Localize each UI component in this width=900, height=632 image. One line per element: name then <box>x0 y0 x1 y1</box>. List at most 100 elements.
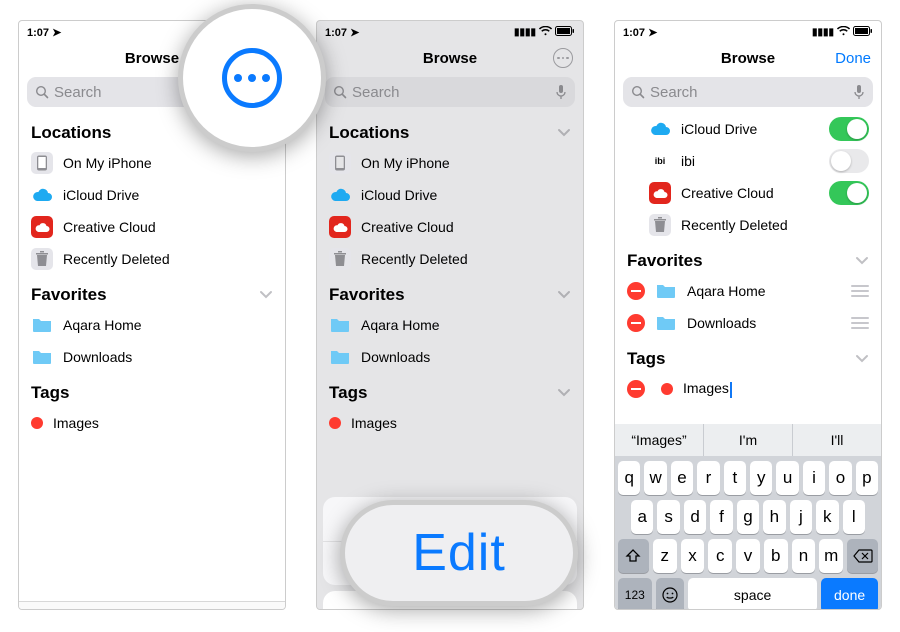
edit-tag-images[interactable]: Images <box>615 373 881 405</box>
tag-dot-icon <box>31 417 43 429</box>
key-q[interactable]: q <box>618 461 640 495</box>
toggle-icloud[interactable] <box>829 117 869 141</box>
battery-icon <box>555 26 575 39</box>
creative-cloud-icon <box>31 216 53 238</box>
row-label: iCloud Drive <box>63 187 273 203</box>
tags-header[interactable]: Tags <box>19 373 285 407</box>
edit-location-creative-cloud[interactable]: Creative Cloud <box>615 177 881 209</box>
done-button[interactable]: Done <box>835 50 871 67</box>
key-delete[interactable] <box>847 539 878 573</box>
tab-recents[interactable]: Recents <box>19 602 152 610</box>
suggestion[interactable]: I'm <box>703 424 792 456</box>
mic-icon[interactable] <box>853 84 865 100</box>
key-o[interactable]: o <box>829 461 851 495</box>
key-emoji[interactable] <box>656 578 684 610</box>
suggestion[interactable]: I'll <box>792 424 881 456</box>
tab-browse[interactable]: Browse <box>152 602 285 610</box>
key-g[interactable]: g <box>737 500 759 534</box>
key-s[interactable]: s <box>657 500 679 534</box>
tags-header[interactable]: Tags <box>615 339 881 373</box>
search-input[interactable]: Search <box>623 77 873 107</box>
key-x[interactable]: x <box>681 539 705 573</box>
key-y[interactable]: y <box>750 461 772 495</box>
key-z[interactable]: z <box>653 539 677 573</box>
favorites-header[interactable]: Favorites <box>615 241 881 275</box>
key-j[interactable]: j <box>790 500 812 534</box>
favorite-aqara[interactable]: Aqara Home <box>317 309 583 341</box>
wifi-icon <box>539 26 552 39</box>
location-on-my-iphone[interactable]: On My iPhone <box>19 147 285 179</box>
remove-button[interactable] <box>627 380 645 398</box>
location-icloud[interactable]: iCloud Drive <box>317 179 583 211</box>
key-123[interactable]: 123 <box>618 578 652 610</box>
status-bar: 1:07 ➤ ▮▮▮▮ <box>317 21 583 43</box>
key-e[interactable]: e <box>671 461 693 495</box>
tag-dot-icon <box>329 417 341 429</box>
location-creative-cloud[interactable]: Creative Cloud <box>19 211 285 243</box>
key-done[interactable]: done <box>821 578 878 610</box>
search-input[interactable]: Search <box>325 77 575 107</box>
location-recently-deleted[interactable]: Recently Deleted <box>317 243 583 275</box>
more-button[interactable] <box>553 48 573 68</box>
favorite-aqara[interactable]: Aqara Home <box>19 309 285 341</box>
drag-handle-icon[interactable] <box>851 317 869 329</box>
mic-icon[interactable] <box>555 84 567 100</box>
location-creative-cloud[interactable]: Creative Cloud <box>317 211 583 243</box>
key-space[interactable]: space <box>688 578 817 610</box>
tag-dot-icon <box>661 383 673 395</box>
toggle-cc[interactable] <box>829 181 869 205</box>
key-k[interactable]: k <box>816 500 838 534</box>
chevron-down-icon <box>557 128 571 138</box>
more-icon-enlarged <box>222 48 282 108</box>
favorites-header[interactable]: Favorites <box>19 275 285 309</box>
edit-location-icloud[interactable]: iCloud Drive <box>615 113 881 145</box>
toggle-ibi[interactable] <box>829 149 869 173</box>
location-on-my-iphone[interactable]: On My iPhone <box>317 147 583 179</box>
key-w[interactable]: w <box>644 461 666 495</box>
folder-icon <box>655 280 677 302</box>
key-t[interactable]: t <box>724 461 746 495</box>
key-d[interactable]: d <box>684 500 706 534</box>
location-recently-deleted[interactable]: Recently Deleted <box>19 243 285 275</box>
key-b[interactable]: b <box>764 539 788 573</box>
edit-favorite-downloads[interactable]: Downloads <box>615 307 881 339</box>
tag-images[interactable]: Images <box>317 407 583 439</box>
cellular-icon: ▮▮▮▮ <box>812 27 834 38</box>
suggestion[interactable]: “Images” <box>615 424 703 456</box>
favorites-header[interactable]: Favorites <box>317 275 583 309</box>
key-l[interactable]: l <box>843 500 865 534</box>
key-h[interactable]: h <box>763 500 785 534</box>
clock-icon <box>75 609 97 610</box>
drag-handle-icon[interactable] <box>851 285 869 297</box>
key-m[interactable]: m <box>819 539 843 573</box>
callout-edit-label: Edit <box>412 523 506 583</box>
key-p[interactable]: p <box>856 461 878 495</box>
folder-icon <box>329 346 351 368</box>
keyboard[interactable]: “Images” I'm I'll q w e r t y u i o p <box>615 424 881 610</box>
key-r[interactable]: r <box>697 461 719 495</box>
favorite-downloads[interactable]: Downloads <box>19 341 285 373</box>
key-a[interactable]: a <box>631 500 653 534</box>
callout-more-button <box>178 4 326 152</box>
locations-header[interactable]: Locations <box>317 113 583 147</box>
key-shift[interactable] <box>618 539 649 573</box>
tag-images[interactable]: Images <box>19 407 285 439</box>
key-i[interactable]: i <box>803 461 825 495</box>
tags-header[interactable]: Tags <box>317 373 583 407</box>
favorite-downloads[interactable]: Downloads <box>317 341 583 373</box>
creative-cloud-icon <box>649 182 671 204</box>
tag-name-input[interactable]: Images <box>683 380 869 397</box>
key-f[interactable]: f <box>710 500 732 534</box>
remove-button[interactable] <box>627 282 645 300</box>
location-icloud[interactable]: iCloud Drive <box>19 179 285 211</box>
remove-button[interactable] <box>627 314 645 332</box>
key-c[interactable]: c <box>708 539 732 573</box>
folder-icon <box>329 314 351 336</box>
key-n[interactable]: n <box>792 539 816 573</box>
edit-location-ibi[interactable]: ibi ibi <box>615 145 881 177</box>
edit-favorite-aqara[interactable]: Aqara Home <box>615 275 881 307</box>
key-v[interactable]: v <box>736 539 760 573</box>
key-u[interactable]: u <box>776 461 798 495</box>
wifi-icon <box>837 26 850 39</box>
row-label: Aqara Home <box>63 317 273 333</box>
